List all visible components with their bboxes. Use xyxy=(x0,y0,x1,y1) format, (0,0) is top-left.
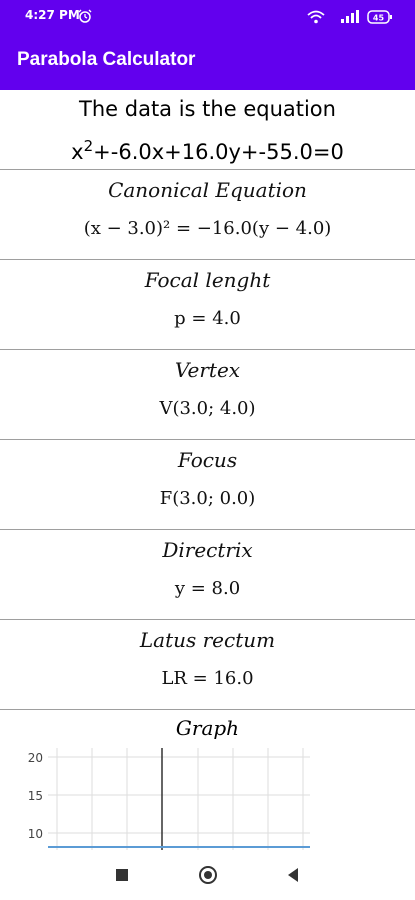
home-icon[interactable] xyxy=(199,866,217,884)
section-title: Focus xyxy=(177,448,238,472)
results-content[interactable]: The data is the equation x2+-6.0x+16.0y+… xyxy=(0,90,415,850)
section-focal-length: Focal lenght p = 4.0 xyxy=(0,260,415,350)
status-bar: 4:27 PM 45 xyxy=(0,0,415,32)
eq-rest: +-6.0x+16.0y+-55.0=0 xyxy=(93,140,344,164)
section-value: V(3.0; 4.0) xyxy=(159,398,256,419)
battery-icon: 45 xyxy=(367,9,393,28)
section-title: Focal lenght xyxy=(144,268,271,292)
eq-exponent: 2 xyxy=(83,137,94,155)
section-title: Directrix xyxy=(162,538,253,562)
section-value: F(3.0; 0.0) xyxy=(159,488,256,509)
parabola-graph[interactable]: 20 15 10 xyxy=(0,740,415,850)
recents-icon[interactable] xyxy=(116,869,128,881)
section-title: Latus rectum xyxy=(139,628,276,652)
section-value: p = 4.0 xyxy=(174,308,241,329)
graph-grid xyxy=(48,748,310,850)
eq-prefix: x xyxy=(71,140,84,164)
status-time: 4:27 PM xyxy=(25,8,80,22)
input-equation: x2+-6.0x+16.0y+-55.0=0 xyxy=(0,133,415,165)
back-icon[interactable] xyxy=(286,867,300,887)
battery-level: 45 xyxy=(373,14,385,23)
alarm-icon xyxy=(78,8,92,27)
section-graph: Graph xyxy=(0,710,415,741)
section-canonical-equation: Canonical Equation (x − 3.0)² = −16.0(y … xyxy=(0,170,415,260)
wifi-icon xyxy=(307,9,325,28)
section-focus: Focus F(3.0; 0.0) xyxy=(0,440,415,530)
section-title: Vertex xyxy=(174,358,241,382)
section-value: y = 8.0 xyxy=(174,578,241,599)
signal-icon xyxy=(339,8,361,28)
section-title: Canonical Equation xyxy=(108,178,307,202)
equation-header: The data is the equation x2+-6.0x+16.0y+… xyxy=(0,90,415,170)
y-tick-label: 20 xyxy=(28,751,43,765)
section-vertex: Vertex V(3.0; 4.0) xyxy=(0,350,415,440)
section-latus-rectum: Latus rectum LR = 16.0 xyxy=(0,620,415,710)
equation-intro: The data is the equation xyxy=(79,97,336,121)
navigation-bar xyxy=(0,850,415,900)
section-directrix: Directrix y = 8.0 xyxy=(0,530,415,620)
y-tick-label: 10 xyxy=(28,827,43,841)
app-bar: Parabola Calculator xyxy=(0,32,415,90)
graph-title: Graph xyxy=(175,716,240,740)
section-value: LR = 16.0 xyxy=(161,668,254,689)
app-title: Parabola Calculator xyxy=(17,49,196,70)
y-tick-label: 15 xyxy=(28,789,43,803)
section-value: (x − 3.0)² = −16.0(y − 4.0) xyxy=(83,218,332,239)
home-icon-dot xyxy=(204,871,212,879)
